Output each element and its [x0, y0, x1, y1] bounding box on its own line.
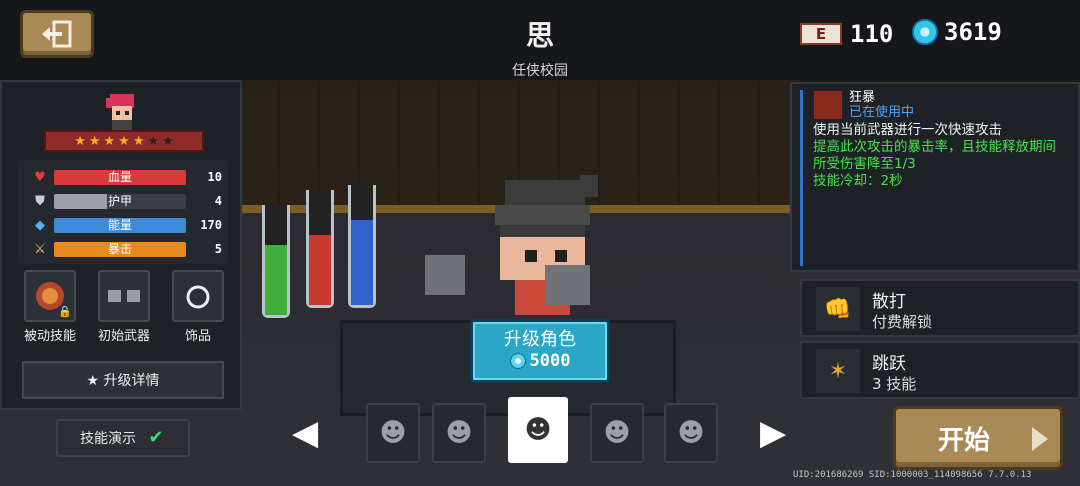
stat-value: 5 [214, 242, 222, 256]
accessory-slot[interactable] [172, 270, 224, 322]
skill-name: 狂暴 [849, 90, 876, 105]
skill-card-jump[interactable]: ✶ 跳跃 3 技能 [800, 341, 1080, 399]
character-thumb-icon: ☻ [379, 418, 407, 448]
stat-label: 护甲 [107, 193, 132, 208]
energy-icon: E [800, 23, 842, 45]
hero-sprite [425, 175, 598, 315]
star-icon: ★ [74, 133, 86, 149]
skill-card-sub: 付费解锁 [872, 313, 933, 331]
passive-skill-slot[interactable]: 🔒 [24, 270, 76, 322]
star-icon: ★ [162, 133, 174, 149]
star-icon: ★ [103, 133, 116, 149]
spikes-icon: ✶ [816, 349, 860, 393]
energy-counter: E 110 [800, 20, 893, 48]
stat-armor: ⛊ 护甲 4 [32, 192, 222, 210]
skill-description: 使用当前武器进行一次快速攻击 [813, 122, 1002, 138]
character-thumb-icon: ☻ [603, 418, 631, 448]
upgrade-character-button[interactable]: 升级角色 5000 [470, 319, 610, 383]
character-thumb-icon: ☻ [677, 418, 705, 448]
starting-weapon-slot[interactable] [98, 270, 150, 322]
skill-card-brawl[interactable]: 👊 散打 付费解锁 [800, 279, 1080, 337]
energy-value: 110 [850, 20, 894, 48]
upgrade-details-button[interactable]: ★ 升级详情 [22, 361, 224, 399]
character-origin: 任侠校园 [512, 63, 568, 79]
diamond-icon: ◆ [35, 217, 45, 233]
character-thumb-icon: ☻ [524, 415, 552, 445]
fist-icon: 👊 [816, 287, 860, 331]
character-thumb-icon: ☻ [445, 418, 473, 448]
start-label: 开始 [938, 425, 991, 456]
shield-icon: ⛊ [35, 193, 45, 209]
next-character-arrow[interactable]: ▶ [760, 413, 786, 453]
star-icon: ★ [147, 133, 160, 149]
stat-crit: ⚔ 暴击 5 [32, 240, 222, 258]
slot-label: 饰品 [184, 329, 211, 344]
skill-demo-toggle[interactable]: 技能演示 ✔ [56, 419, 190, 457]
test-tube-blue [348, 185, 376, 308]
sword-icon: ⚔ [34, 241, 46, 257]
skill-card-name: 散打 [872, 292, 906, 312]
stat-value: 170 [200, 218, 222, 232]
stat-label: 血量 [107, 169, 132, 184]
star-icon: ★ [132, 133, 145, 149]
lock-icon: 🔒 [58, 305, 72, 318]
checkmark-icon[interactable]: ✔ [146, 428, 166, 448]
character-avatar [106, 94, 134, 130]
star-rating: ★ ★ ★ ★ ★ ★ ★ [44, 130, 204, 152]
stats-box: ♥ 血量 10 ⛊ 护甲 4 ◆ 能量 170 ⚔ 暴击 5 [18, 160, 228, 264]
test-tube-red [306, 190, 334, 308]
skill-card-name: 跳跃 [872, 354, 906, 374]
skill-card-sub: 3 技能 [872, 375, 917, 393]
character-name: 思 [525, 19, 554, 52]
berserk-skill-icon [813, 90, 843, 120]
gem-icon [912, 19, 938, 45]
character-thumb-locked[interactable]: ☻ [432, 403, 486, 463]
skill-info-panel: 狂暴 已在使用中 使用当前武器进行一次快速攻击 提高此次攻击的暴击率，且技能释放… [790, 82, 1080, 272]
ring-icon [186, 285, 210, 309]
skill-cooldown: 技能冷却：2秒 [813, 173, 903, 189]
skill-effect: 提高此次攻击的暴击率，且技能释放期间所受伤害降至1/3 [813, 139, 1056, 172]
start-button[interactable]: 开始 [893, 406, 1063, 470]
character-thumb-selected[interactable]: ☻ [508, 397, 568, 463]
prev-character-arrow[interactable]: ◀ [292, 413, 318, 453]
slot-label: 初始武器 [97, 329, 150, 344]
character-thumb-locked[interactable]: ☻ [590, 403, 644, 463]
stat-hp: ♥ 血量 10 [32, 168, 222, 186]
character-panel: ★ ★ ★ ★ ★ ★ ★ ♥ 血量 10 ⛊ 护甲 4 ◆ 能量 170 ⚔ 暴击 5 🔒… [0, 80, 242, 410]
star-icon: ★ [118, 133, 130, 149]
uid-info: UID:201686269 SID:1000003_114098656 7.7.… [793, 470, 1032, 480]
test-tube-green [262, 205, 290, 318]
stat-value: 10 [207, 170, 222, 184]
character-thumb-locked[interactable]: ☻ [366, 403, 420, 463]
star-icon: ★ [88, 133, 101, 149]
skill-demo-label: 技能演示 [80, 431, 136, 447]
skill-status: 已在使用中 [849, 105, 915, 120]
play-arrow-icon [1032, 427, 1048, 451]
heart-icon: ♥ [34, 169, 46, 185]
stat-energy: ◆ 能量 170 [32, 216, 222, 234]
slot-label: 被动技能 [23, 329, 76, 344]
gems-value: 3619 [944, 18, 1002, 46]
gauntlets-icon [108, 290, 140, 302]
stat-label: 能量 [107, 217, 132, 232]
exit-icon [42, 20, 72, 48]
character-thumb-locked[interactable]: ☻ [664, 403, 718, 463]
gems-counter: 3619 [912, 18, 1002, 46]
gem-icon [509, 353, 526, 369]
stat-value: 4 [214, 194, 222, 208]
upgrade-cost: 5000 [529, 351, 571, 371]
stat-label: 暴击 [107, 241, 132, 256]
exit-button[interactable] [20, 10, 94, 58]
upgrade-character-label: 升级角色 [504, 329, 576, 350]
